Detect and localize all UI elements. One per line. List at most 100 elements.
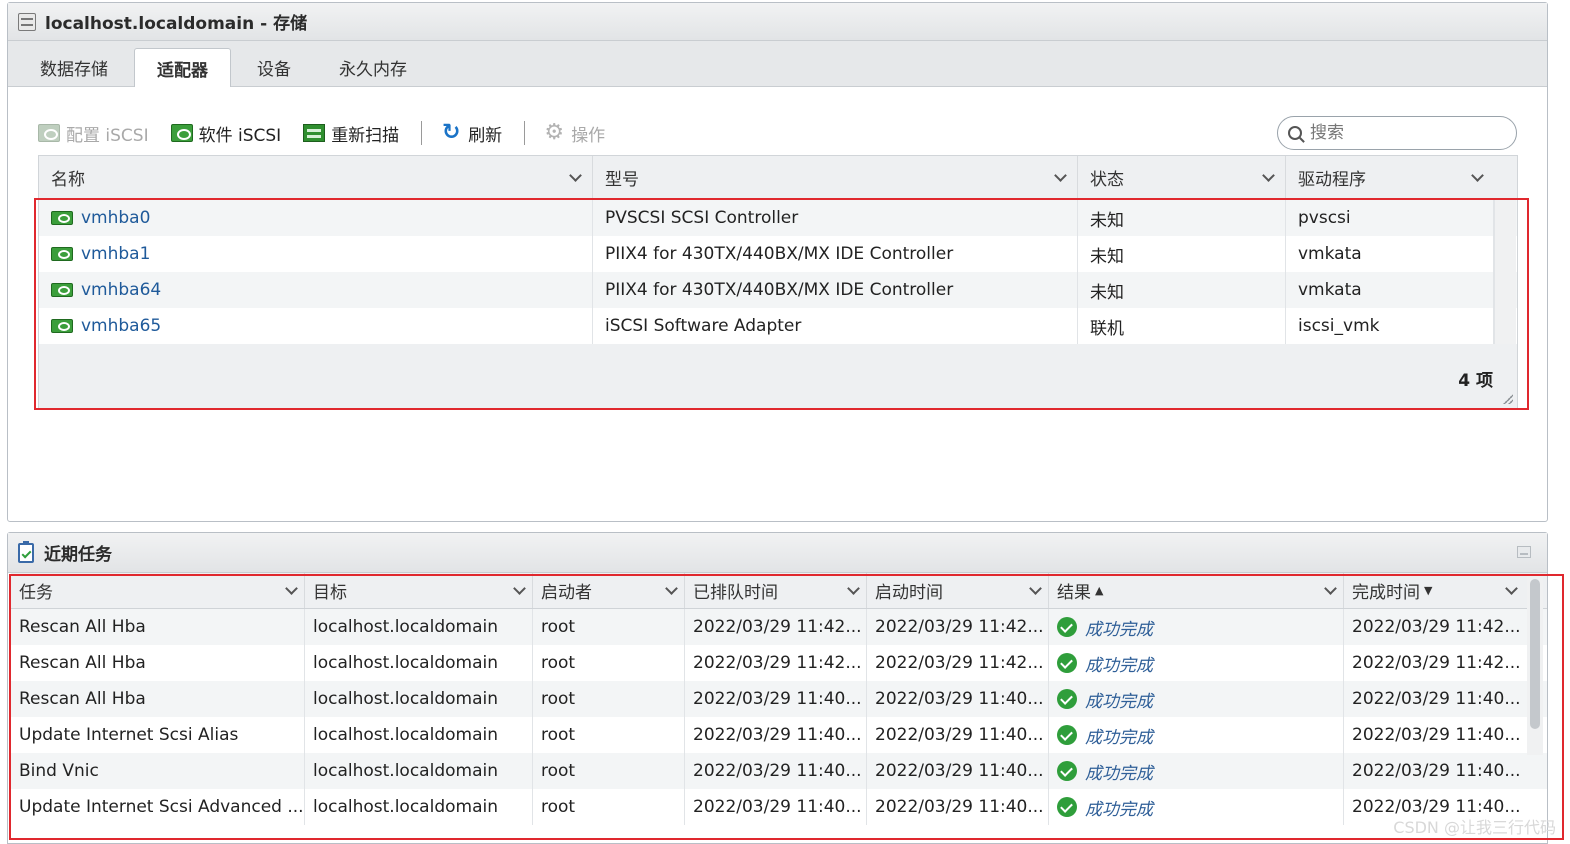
table-row[interactable]: vmhba0 PVSCSI SCSI Controller 未知 pvscsi <box>39 200 1517 236</box>
adapter-name-cell[interactable]: vmhba1 <box>39 236 593 272</box>
task-target: localhost.localdomain <box>305 609 533 645</box>
check-circle-icon <box>1057 725 1077 745</box>
scrollbar-track <box>1494 200 1516 236</box>
adapter-name-cell[interactable]: vmhba64 <box>39 272 593 308</box>
panel-header: localhost.localdomain - 存储 <box>8 3 1547 41</box>
software-iscsi-button[interactable]: 软件 iSCSI <box>170 121 282 146</box>
column-label: 型号 <box>605 170 639 190</box>
resize-grip-icon[interactable] <box>1503 394 1513 404</box>
toolbar: 配置 iSCSI 软件 iSCSI 重新扫描 ↻ 刷新 ⚙ 操作 <box>38 113 1517 153</box>
task-queued: 2022/03/29 11:42... <box>685 645 867 681</box>
chevron-down-icon[interactable] <box>1029 581 1042 595</box>
task-started: 2022/03/29 11:40... <box>867 717 1049 753</box>
column-header-initiator[interactable]: 启动者 <box>533 573 685 608</box>
adapter-status: 未知 <box>1078 236 1286 272</box>
search-icon <box>1288 126 1302 140</box>
column-label-group: 完成时间 ▼ <box>1352 578 1432 603</box>
adapter-model: PVSCSI SCSI Controller <box>593 200 1078 236</box>
table-row[interactable]: Update Internet Scsi Alias localhost.loc… <box>11 717 1547 753</box>
hba-icon <box>51 211 73 225</box>
adapter-driver: vmkata <box>1286 272 1494 308</box>
actions-label: 操作 <box>571 125 606 146</box>
table-row[interactable]: Rescan All Hba localhost.localdomain roo… <box>11 645 1547 681</box>
task-initiator: root <box>533 789 685 825</box>
scrollbar-track <box>1494 308 1516 344</box>
chevron-down-icon[interactable] <box>1471 168 1484 182</box>
refresh-label: 刷新 <box>468 125 503 146</box>
adapter-driver: iscsi_vmk <box>1286 308 1494 344</box>
column-header-completed[interactable]: 完成时间 ▼ <box>1344 573 1524 608</box>
chevron-down-icon[interactable] <box>1054 168 1067 182</box>
chevron-down-icon[interactable] <box>1505 581 1518 595</box>
recent-tasks-panel: 近期任务 任务 目标 启动者 已排队时间 启动时间 结果 ▲ 完成时间 ▼ Re… <box>7 532 1548 844</box>
rescan-button[interactable]: 重新扫描 <box>303 121 399 146</box>
table-row[interactable]: Update Internet Scsi Advanced ... localh… <box>11 789 1547 825</box>
adapter-name[interactable]: vmhba1 <box>81 244 150 264</box>
software-iscsi-label: 软件 iSCSI <box>198 125 282 146</box>
adapter-name[interactable]: vmhba0 <box>81 208 150 228</box>
task-queued: 2022/03/29 11:42... <box>685 609 867 645</box>
table-row[interactable]: vmhba1 PIIX4 for 430TX/440BX/MX IDE Cont… <box>39 236 1517 272</box>
task-name: Rescan All Hba <box>11 681 305 717</box>
tab-bar: 数据存储 适配器 设备 永久内存 <box>8 41 1547 87</box>
task-name: Update Internet Scsi Alias <box>11 717 305 753</box>
chevron-down-icon[interactable] <box>847 581 860 595</box>
table-row[interactable]: vmhba65 iSCSI Software Adapter 联机 iscsi_… <box>39 308 1517 344</box>
tab-persistent-memory[interactable]: 永久内存 <box>317 48 429 86</box>
configure-iscsi-button[interactable]: 配置 iSCSI <box>38 121 149 146</box>
task-completed: 2022/03/29 11:40... <box>1352 725 1521 745</box>
adapter-status: 联机 <box>1078 308 1286 344</box>
result-label: 成功完成 <box>1085 727 1153 748</box>
column-label: 启动时间 <box>875 583 943 603</box>
task-result: 成功完成 <box>1049 681 1344 717</box>
chevron-down-icon[interactable] <box>665 581 678 595</box>
tab-devices[interactable]: 设备 <box>235 48 313 86</box>
chevron-down-icon[interactable] <box>569 168 582 182</box>
column-header-driver[interactable]: 驱动程序 <box>1286 156 1494 199</box>
tasks-grid-header: 任务 目标 启动者 已排队时间 启动时间 结果 ▲ 完成时间 ▼ <box>11 573 1547 609</box>
tab-adapters[interactable]: 适配器 <box>134 48 231 87</box>
chevron-down-icon[interactable] <box>1262 168 1275 182</box>
chevron-down-icon[interactable] <box>513 581 526 595</box>
configure-iscsi-label: 配置 iSCSI <box>66 125 149 146</box>
vertical-scrollbar[interactable] <box>1527 575 1543 755</box>
refresh-button[interactable]: ↻ 刷新 <box>440 121 502 146</box>
scrollbar-thumb[interactable] <box>1530 579 1540 729</box>
column-header-model[interactable]: 型号 <box>593 156 1078 199</box>
table-row[interactable]: vmhba64 PIIX4 for 430TX/440BX/MX IDE Con… <box>39 272 1517 308</box>
column-header-target[interactable]: 目标 <box>305 573 533 608</box>
column-header-queued[interactable]: 已排队时间 <box>685 573 867 608</box>
hba-icon <box>38 124 60 142</box>
adapter-driver: vmkata <box>1286 236 1494 272</box>
adapters-grid: 名称 型号 状态 驱动程序 vmhba0 PVSCSI SCSI Control… <box>38 155 1518 409</box>
panel-title: localhost.localdomain - 存储 <box>45 14 308 34</box>
column-header-name[interactable]: 名称 <box>39 156 593 199</box>
table-row[interactable]: Bind Vnic localhost.localdomain root 202… <box>11 753 1547 789</box>
chevron-down-icon[interactable] <box>285 581 298 595</box>
watermark: CSDN @让我三行代码 <box>1393 818 1556 837</box>
column-header-result[interactable]: 结果 ▲ <box>1049 573 1344 608</box>
task-initiator: root <box>533 645 685 681</box>
toolbar-separator <box>421 121 423 145</box>
adapter-name[interactable]: vmhba64 <box>81 280 161 300</box>
adapter-name-cell[interactable]: vmhba65 <box>39 308 593 344</box>
hba-icon <box>51 247 73 261</box>
check-circle-icon <box>1057 797 1077 817</box>
task-started: 2022/03/29 11:40... <box>867 681 1049 717</box>
table-row[interactable]: Rescan All Hba localhost.localdomain roo… <box>11 609 1547 645</box>
task-completed: 2022/03/29 11:42... <box>1352 617 1521 637</box>
adapter-name[interactable]: vmhba65 <box>81 316 161 336</box>
chevron-down-icon[interactable] <box>1324 581 1337 595</box>
table-row[interactable]: Rescan All Hba localhost.localdomain roo… <box>11 681 1547 717</box>
tab-datastores[interactable]: 数据存储 <box>18 48 130 86</box>
adapter-name-cell[interactable]: vmhba0 <box>39 200 593 236</box>
task-result: 成功完成 <box>1049 717 1344 753</box>
column-header-started[interactable]: 启动时间 <box>867 573 1049 608</box>
column-label: 状态 <box>1090 170 1124 190</box>
minimize-icon[interactable] <box>1517 546 1531 558</box>
column-label: 完成时间 <box>1352 583 1420 603</box>
actions-button[interactable]: ⚙ 操作 <box>543 121 605 146</box>
column-header-status[interactable]: 状态 <box>1078 156 1286 199</box>
column-header-task[interactable]: 任务 <box>11 573 305 608</box>
search-input[interactable] <box>1310 123 1500 143</box>
